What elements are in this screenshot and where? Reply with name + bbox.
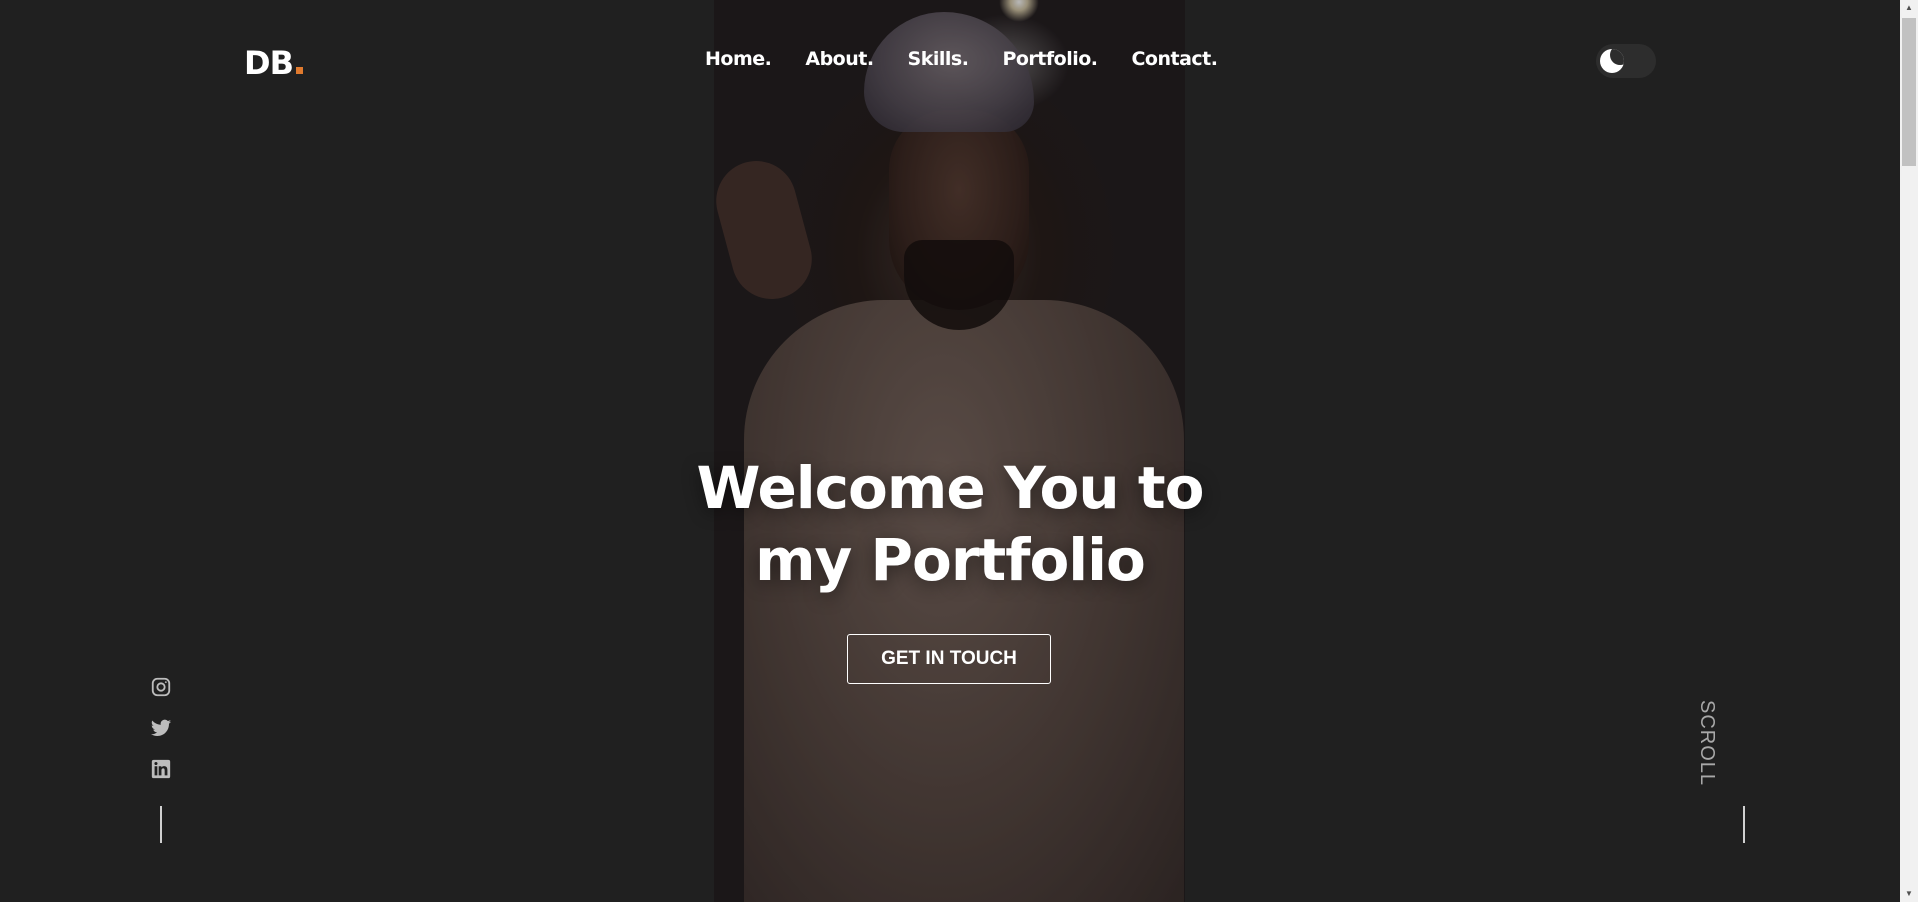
scrollbar-thumb[interactable] — [1902, 18, 1916, 166]
scroll-up-arrow-icon[interactable]: ▲ — [1900, 0, 1918, 16]
hero-portrait-image — [714, 0, 1185, 902]
logo-accent-dot — [295, 67, 303, 74]
hero-title-line2: my Portfolio — [755, 526, 1146, 594]
moon-icon — [1600, 49, 1624, 73]
hero-title: Welcome You to my Portfolio — [600, 452, 1300, 596]
logo-text: DB — [244, 44, 294, 82]
scroll-indicator-label[interactable]: SCROLL — [1696, 700, 1718, 786]
social-divider-line — [160, 806, 162, 843]
social-links — [150, 676, 172, 780]
scroll-down-arrow-icon[interactable]: ▼ — [1900, 886, 1918, 902]
nav-item-home[interactable]: Home. — [705, 48, 772, 70]
instagram-icon[interactable] — [150, 676, 172, 698]
hero-title-line1: Welcome You to — [696, 454, 1205, 522]
nav-item-skills[interactable]: Skills. — [908, 48, 969, 70]
main-nav: Home. About. Skills. Portfolio. Contact. — [705, 48, 1251, 70]
portfolio-page: DB Home. About. Skills. Portfolio. Conta… — [0, 0, 1918, 902]
get-in-touch-button[interactable]: GET IN TOUCH — [847, 634, 1051, 684]
nav-item-about[interactable]: About. — [805, 48, 874, 70]
nav-item-portfolio[interactable]: Portfolio. — [1002, 48, 1098, 70]
site-logo[interactable]: DB — [244, 44, 303, 82]
scroll-indicator-line — [1743, 806, 1745, 843]
linkedin-icon[interactable] — [150, 758, 172, 780]
twitter-icon[interactable] — [150, 717, 172, 739]
nav-item-contact[interactable]: Contact. — [1131, 48, 1218, 70]
page-scrollbar[interactable]: ▲ ▼ — [1900, 0, 1918, 902]
theme-toggle[interactable] — [1596, 44, 1656, 78]
